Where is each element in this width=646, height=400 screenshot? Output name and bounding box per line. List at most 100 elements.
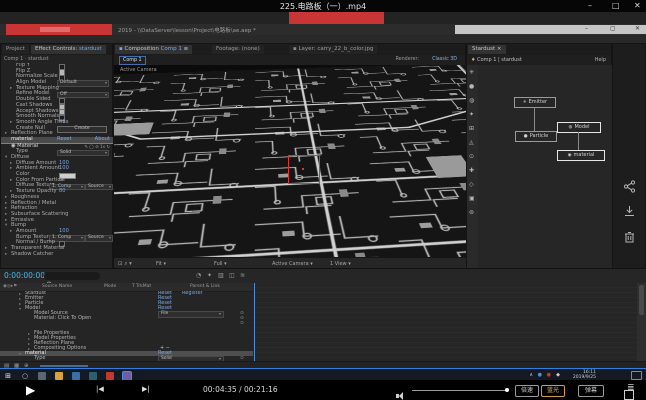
node-tool-icon-2[interactable]: ◍ (469, 97, 474, 104)
fx-label: Shadow Catcher (11, 252, 53, 258)
selection-box[interactable] (288, 155, 320, 184)
ae-restore-icon[interactable]: ▢ (610, 25, 616, 32)
timeline-zoom-slider[interactable] (40, 365, 88, 367)
statusbar-icons: ⊡ ⌕ ▾ (118, 261, 132, 268)
node-label: material (574, 152, 595, 158)
tray-clock: 16:112019/9/25 (573, 370, 596, 380)
material-icon: ◉ (568, 153, 572, 158)
app-teal-icon[interactable] (89, 372, 97, 380)
volume-icon[interactable] (396, 391, 405, 400)
node-emitter[interactable]: ✳Emitter (514, 97, 556, 108)
reset-link[interactable]: Reset (57, 137, 72, 143)
node-tool-icon-3[interactable]: ✦ (469, 111, 474, 118)
video-content[interactable]: 2019 - \\DataServer\lesson\Project\电路板\a… (0, 12, 646, 380)
danmaku-button[interactable]: 弹幕 (578, 385, 604, 397)
node-connection (578, 132, 579, 150)
explorer-icon[interactable] (55, 372, 63, 380)
quality-button[interactable]: 蓝光 (541, 385, 565, 397)
node-label: Model (574, 124, 589, 130)
twirl-icon[interactable]: ▸ (5, 252, 7, 258)
timeline-scrollbar[interactable] (637, 283, 646, 361)
timeline-option-icon-1[interactable]: ✦ (207, 272, 212, 279)
statusbar-fit[interactable]: Fit ▾ (156, 261, 166, 267)
app-blue-icon[interactable] (72, 372, 80, 380)
stardust-help-link[interactable]: Help (595, 57, 606, 63)
node-tool-icon-8[interactable]: ◇ (469, 181, 474, 188)
timeline-track-area[interactable] (253, 283, 637, 361)
playlist-icon[interactable]: ≣ (627, 383, 635, 393)
fx-label: material (11, 137, 33, 143)
notification-icon[interactable] (631, 371, 642, 380)
tray-icon-0[interactable]: ∧ (529, 372, 533, 378)
stardust-node-canvas[interactable]: Ready ✳Emitter●Particle◍Model◉material (478, 65, 613, 281)
renderer-value[interactable]: Classic 3D (432, 57, 457, 62)
node-tool-icon-6[interactable]: ⊙ (469, 153, 474, 160)
node-model[interactable]: ◍Model (557, 122, 601, 133)
tab-composition[interactable]: ▪ Composition Comp 1 ≡ (115, 45, 192, 54)
right-icon-strip (612, 43, 646, 280)
statusbar-full[interactable]: Full ▾ (214, 261, 227, 267)
volume-slider[interactable] (412, 390, 506, 391)
about-link[interactable]: About (95, 137, 110, 143)
video-title: 225.电路板（一）.mp4 (0, 1, 646, 12)
node-particle[interactable]: ●Particle (515, 131, 557, 142)
timeline-option-icon-3[interactable]: ◫ (229, 272, 235, 279)
timeline-search-input[interactable] (44, 272, 100, 280)
selection-anchor (302, 168, 304, 170)
tab-effect-controls[interactable]: Effect Controls: stardust (31, 45, 106, 54)
node-tool-icon-1[interactable]: ● (469, 83, 474, 90)
tab-layer[interactable]: ▪ Layer: carry_22_b_color.jpg (289, 45, 377, 54)
node-material[interactable]: ◉material (557, 150, 605, 161)
node-tool-icon-9[interactable]: ▣ (469, 195, 475, 202)
node-connection (534, 107, 535, 131)
watermark-banner-center (289, 12, 384, 24)
node-tool-icon-5[interactable]: ◬ (469, 139, 474, 146)
ae-minimize-icon[interactable]: – (585, 25, 588, 32)
app-red-icon[interactable] (106, 372, 114, 380)
tab-footage[interactable]: Footage: (none) (212, 45, 264, 54)
tray-icon-1[interactable]: ● (538, 372, 542, 378)
node-tool-icon-4[interactable]: ⊞ (469, 125, 474, 132)
timeline-top-bar: 0:00:00:00 ◔ ✦ ▥ ◫ ≋ (0, 269, 646, 283)
tray-icon-3[interactable]: ◆ (556, 372, 560, 378)
current-time-indicator[interactable] (254, 283, 255, 361)
ae-close-icon[interactable]: ✕ (635, 25, 640, 32)
fx-row-shadow-catcher[interactable]: ▸ Shadow Catcher (1, 252, 113, 258)
maximize-button[interactable]: □ (612, 1, 620, 10)
composition-nav-bar: Comp 1 Renderer: Classic 3D (114, 55, 465, 65)
tab-project[interactable]: Project (2, 45, 29, 54)
afterfx-icon[interactable] (123, 372, 131, 380)
composition-tabbar: ▪ Composition Comp 1 ≡ Footage: (none) ▪… (114, 44, 465, 55)
minimize-button[interactable]: – (588, 1, 592, 10)
timeline-option-icon-2[interactable]: ▥ (218, 272, 224, 279)
taskview-icon[interactable] (38, 372, 46, 380)
share-nodes-icon[interactable] (623, 180, 636, 193)
node-tool-icon-10[interactable]: ⊚ (469, 209, 474, 216)
tray-icon-2[interactable]: ● (547, 372, 551, 378)
timeline-option-icon-0[interactable]: ◔ (196, 272, 201, 279)
statusbar-1-view[interactable]: 1 View ▾ (330, 261, 351, 267)
download-icon[interactable] (623, 205, 636, 218)
viewport-3d[interactable]: Active Camera (114, 65, 467, 257)
volume-slider-handle[interactable] (505, 388, 509, 392)
comp-nav-box[interactable]: Comp 1 (119, 56, 146, 65)
prev-button[interactable]: |◀ (96, 385, 104, 393)
search-icon[interactable]: ○ (21, 372, 29, 380)
tab-stardust[interactable]: Stardust × (468, 45, 506, 54)
current-timecode[interactable]: 0:00:00:00 (4, 271, 45, 280)
statusbar-active-camera[interactable]: Active Camera ▾ (272, 261, 313, 267)
renderer-label: Renderer: (396, 57, 419, 62)
node-tool-icon-0[interactable]: ✳ (469, 69, 474, 76)
timeline-panel: 0:00:00:00 ◔✦▥◫≋ ◉◎▸⚑ Source NameModeT T… (0, 268, 646, 369)
next-button[interactable]: ▶| (142, 385, 150, 393)
speed-button[interactable]: 倍速 (515, 385, 539, 397)
close-button[interactable]: ✕ (634, 1, 641, 10)
column-parent-link: Parent & Link (190, 284, 220, 289)
player-title-bar: 225.电路板（一）.mp4 – □ ✕ (0, 0, 646, 12)
timeline-option-icon-4[interactable]: ≋ (240, 272, 245, 279)
play-button[interactable]: ▶ (26, 382, 35, 398)
node-tool-icon-7[interactable]: ✚ (469, 167, 474, 174)
av-switch-icons: ◉◎▸⚑ (3, 284, 17, 289)
trash-icon[interactable] (623, 230, 636, 243)
start-icon[interactable]: ⊞ (4, 372, 12, 380)
